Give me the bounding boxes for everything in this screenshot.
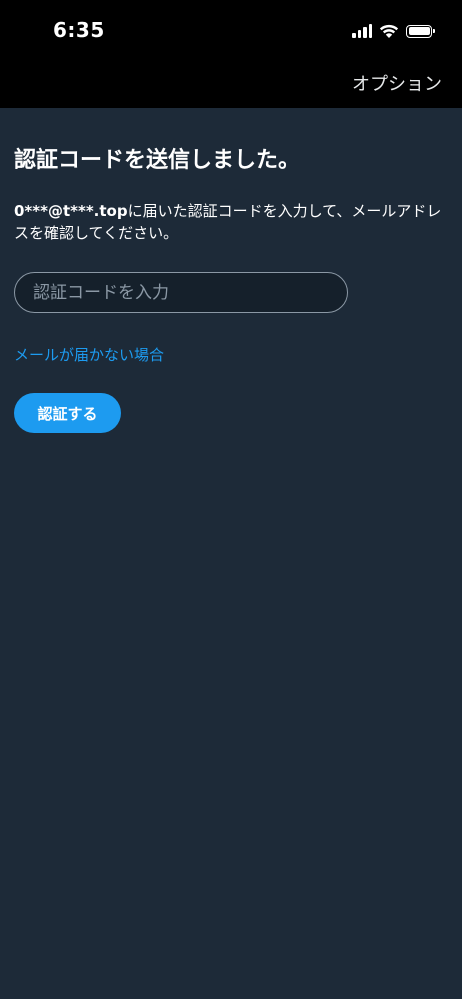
masked-email: 0***@t***.top (14, 202, 128, 220)
status-icons (352, 20, 435, 42)
signal-icon (352, 24, 372, 38)
nav-bar: オプション (0, 58, 462, 108)
wifi-icon (379, 24, 399, 38)
battery-icon (406, 24, 435, 38)
status-time: 6:35 (53, 18, 105, 42)
page-title: 認証コードを送信しました。 (14, 148, 301, 173)
verify-button[interactable]: 認証する (14, 393, 121, 433)
options-button[interactable]: オプション (352, 70, 442, 96)
verification-content: 認証コードを送信しました。 0***@t***.topに届いた認証コードを入力し… (14, 108, 448, 433)
description: 0***@t***.topに届いた認証コードを入力して、メールアドレスを確認して… (14, 200, 448, 244)
verification-code-input[interactable] (14, 272, 348, 313)
status-bar: 6:35 (0, 0, 462, 58)
no-email-link[interactable]: メールが届かない場合 (14, 344, 164, 365)
